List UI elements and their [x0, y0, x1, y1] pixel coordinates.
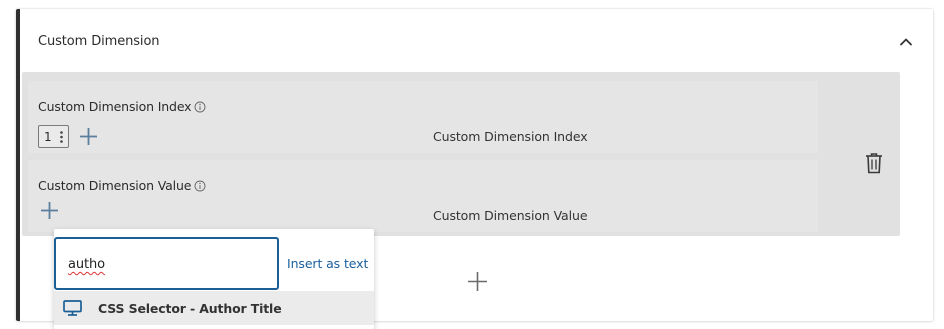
add-dimension-plus-icon[interactable] [467, 271, 488, 292]
custom-dimension-index-hint: Custom Dimension Index [433, 129, 588, 144]
index-selector[interactable]: 1 [38, 125, 69, 148]
add-value-plus-icon[interactable] [40, 201, 59, 220]
trash-icon[interactable] [865, 152, 883, 174]
add-index-plus-icon[interactable] [79, 127, 98, 146]
insert-as-text-link[interactable]: Insert as text [287, 256, 368, 271]
dimension-group: Custom Dimension Index 1 Custom Dimensio… [22, 72, 900, 236]
search-typed-text: autho [68, 257, 105, 272]
monitor-icon [63, 300, 82, 316]
info-icon[interactable] [194, 101, 206, 113]
suggestion-label: CSS Selector - Author Title [98, 300, 282, 316]
autocomplete-popup: autho Insert as text CSS Selector - Auth… [54, 229, 374, 329]
info-icon[interactable] [194, 180, 206, 192]
section-title: Custom Dimension [38, 34, 160, 49]
custom-dimension-index-label: Custom Dimension Index [38, 99, 192, 114]
custom-dimension-value-row: Custom Dimension Value Custom Dimension … [28, 160, 818, 232]
index-value: 1 [44, 129, 52, 144]
autocomplete-search-input[interactable]: autho [54, 237, 279, 290]
collapse-button[interactable] [897, 33, 915, 51]
custom-dimension-index-row: Custom Dimension Index 1 Custom Dimensio… [28, 81, 818, 153]
chevron-up-icon [900, 38, 912, 46]
suggestion-item[interactable]: CSS Selector - Author Title [54, 291, 374, 325]
custom-dimension-value-label: Custom Dimension Value [38, 178, 192, 193]
custom-dimension-value-hint: Custom Dimension Value [433, 208, 588, 223]
kebab-icon [60, 131, 63, 143]
